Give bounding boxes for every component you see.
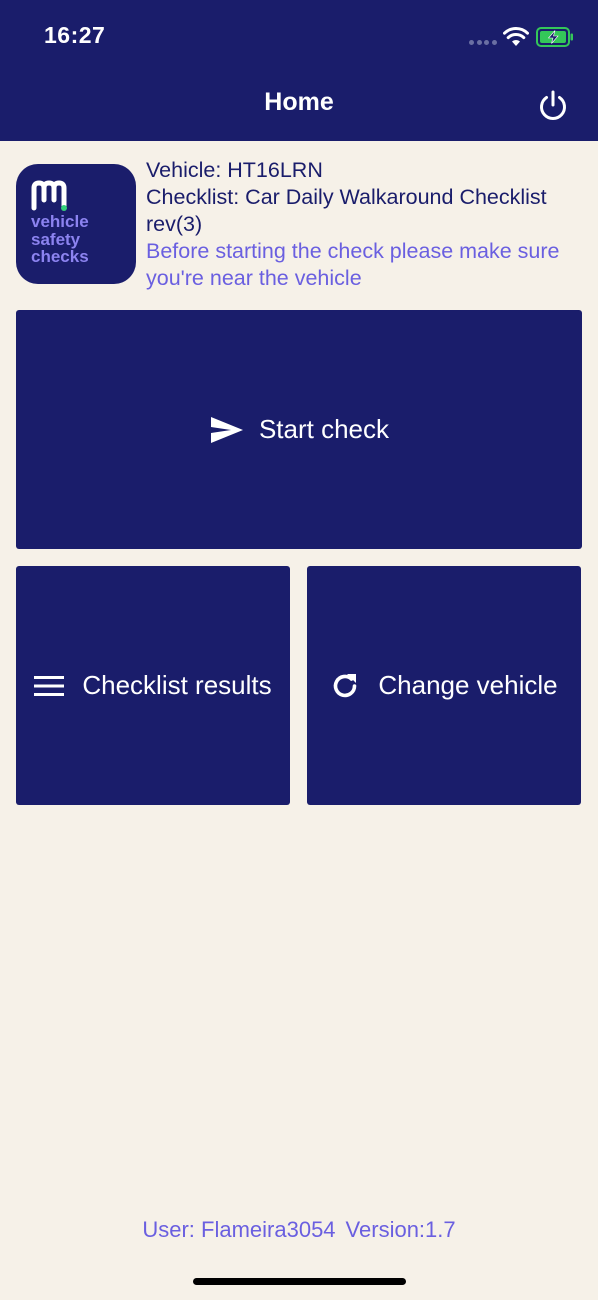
logo-wordmark: vehicle safety checks (31, 212, 89, 266)
status-time: 16:27 (44, 22, 106, 48)
change-vehicle-label: Change vehicle (378, 670, 558, 700)
app-header: 16:27 Home (0, 0, 598, 141)
checklist-results-button[interactable]: Checklist results (16, 566, 290, 805)
change-vehicle-button[interactable]: Change vehicle (307, 566, 581, 805)
footer-user: User: Flameira3054 (142, 1217, 336, 1242)
checklist-results-label: Checklist results (82, 670, 272, 700)
menu-icon (34, 675, 65, 696)
battery-charging-icon (536, 27, 573, 47)
home-indicator[interactable] (193, 1278, 406, 1285)
cellular-signal-icon (469, 40, 497, 46)
vehicle-label: Vehicle: HT16LRN (146, 158, 323, 182)
refresh-icon (334, 673, 357, 697)
page-title: Home (264, 88, 334, 116)
power-icon[interactable] (535, 88, 571, 124)
logo-m-mark (31, 180, 67, 211)
start-check-label: Start check (258, 414, 390, 444)
send-icon (210, 416, 243, 443)
app-logo: vehicle safety checks (16, 164, 136, 284)
wifi-icon (503, 27, 529, 46)
start-check-button[interactable]: Start check (16, 310, 582, 549)
footer: User: Flameira3054 Version:1.7 (0, 1217, 598, 1243)
vehicle-info: Vehicle: HT16LRN Checklist: Car Daily Wa… (146, 157, 596, 292)
footer-version: Version:1.7 (345, 1217, 456, 1242)
checklist-label: Checklist: Car Daily Walkaround Checklis… (146, 185, 547, 236)
proximity-note: Before starting the check please make su… (146, 239, 560, 290)
